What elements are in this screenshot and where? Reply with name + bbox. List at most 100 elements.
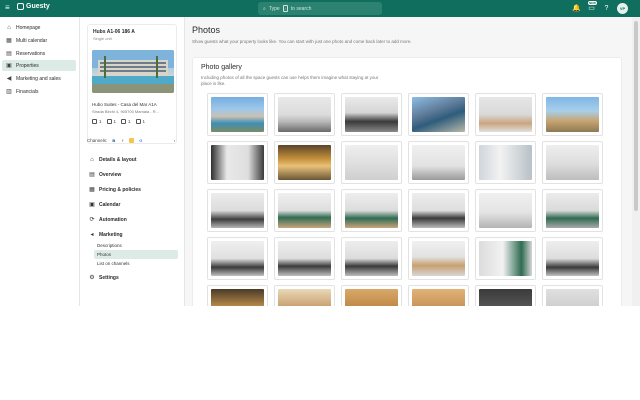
chevron-right-icon[interactable]: › xyxy=(172,138,177,143)
photo-thumbnail[interactable] xyxy=(207,93,268,136)
photo-image xyxy=(479,97,532,132)
expedia-channel-icon xyxy=(129,137,135,143)
photo-thumbnail[interactable] xyxy=(475,189,536,232)
section-label: Calendar xyxy=(99,201,121,208)
gear-icon: ⚙ xyxy=(89,274,95,281)
section-label: Settings xyxy=(99,274,119,281)
stat-bedrooms: 1 xyxy=(92,119,102,124)
stat-value: 1 xyxy=(128,119,131,124)
search-input[interactable]: ⌕ Type / to search xyxy=(258,2,382,15)
photo-gallery: Photo gallery Including photos of all th… xyxy=(192,57,622,306)
nav-item-financials[interactable]: ▥ Financials xyxy=(2,86,76,97)
photo-image xyxy=(546,97,599,132)
photo-thumbnail[interactable] xyxy=(542,285,603,306)
photo-thumbnail[interactable] xyxy=(207,141,268,184)
photo-thumbnail[interactable] xyxy=(408,93,469,136)
photo-thumbnail[interactable] xyxy=(207,237,268,280)
photo-thumbnail[interactable] xyxy=(475,237,536,280)
stat-guests: 1 xyxy=(121,119,131,124)
section-label: Automation xyxy=(99,216,127,223)
photo-image xyxy=(278,193,331,228)
sub-item-descriptions[interactable]: Descriptions xyxy=(94,241,178,250)
section-overview[interactable]: ▤ Overview xyxy=(87,169,179,180)
section-label: Pricing & policies xyxy=(99,186,141,193)
section-details-layout[interactable]: ⌂ Details & layout xyxy=(87,154,179,165)
help-icon[interactable]: ? xyxy=(602,4,611,13)
photo-thumbnail[interactable] xyxy=(274,237,335,280)
photo-thumbnail[interactable] xyxy=(207,285,268,306)
photo-thumbnail[interactable] xyxy=(341,141,402,184)
sub-item-photos[interactable]: Photos xyxy=(94,250,178,259)
nav-item-multi-calendar[interactable]: ▦ Multi calendar xyxy=(2,35,76,46)
photo-thumbnail[interactable] xyxy=(542,189,603,232)
booking-channel-icon: B xyxy=(112,137,116,143)
main-scrollbar[interactable] xyxy=(632,17,640,306)
stat-rooms: 1 xyxy=(135,119,145,124)
photo-image xyxy=(546,241,599,276)
google-channel-icon: G xyxy=(139,137,143,143)
photo-thumbnail[interactable] xyxy=(274,189,335,232)
home-icon: ⌂ xyxy=(90,156,94,163)
photo-image xyxy=(211,241,264,276)
reservations-icon: ▤ xyxy=(6,50,12,57)
brand-logo[interactable]: Guesty xyxy=(17,3,50,10)
photo-thumbnail[interactable] xyxy=(274,141,335,184)
photo-thumbnail[interactable] xyxy=(475,285,536,306)
photo-image xyxy=(345,193,398,228)
search-prefix: Type xyxy=(268,5,280,12)
nav-item-marketing-and-sales[interactable]: ◀ Marketing and sales xyxy=(2,73,76,84)
nav-item-properties[interactable]: ▣ Properties xyxy=(2,60,76,71)
stat-value: 1 xyxy=(99,119,102,124)
photo-thumbnail[interactable] xyxy=(341,93,402,136)
avatar[interactable]: VP xyxy=(617,3,628,14)
photo-thumbnail[interactable] xyxy=(542,93,603,136)
calendar-icon: ▦ xyxy=(6,37,12,44)
listing-cover-photo[interactable] xyxy=(92,50,174,93)
sub-item-list-on-channels[interactable]: List on channels xyxy=(94,259,178,268)
photo-thumbnail[interactable] xyxy=(475,141,536,184)
photo-image xyxy=(211,145,264,180)
section-settings[interactable]: ⚙ Settings xyxy=(87,272,179,283)
page-title: Photos xyxy=(192,25,221,35)
properties-icon: ▣ xyxy=(6,62,12,69)
search-shortcut-key: / xyxy=(282,5,288,12)
photo-thumbnail[interactable] xyxy=(207,189,268,232)
section-label: Details & layout xyxy=(99,156,137,163)
section-calendar[interactable]: ▣ Calendar xyxy=(87,199,179,210)
section-label: Overview xyxy=(99,171,122,178)
photo-thumbnail[interactable] xyxy=(408,285,469,306)
section-marketing[interactable]: ◂ Marketing xyxy=(87,229,179,240)
photo-thumbnail[interactable] xyxy=(542,237,603,280)
photo-image xyxy=(479,289,532,306)
photo-image xyxy=(278,289,331,306)
photo-thumbnail[interactable] xyxy=(542,141,603,184)
nav-item-homepage[interactable]: ⌂ Homepage xyxy=(2,22,76,33)
photo-thumbnail[interactable] xyxy=(408,237,469,280)
bed-icon xyxy=(92,119,97,124)
photo-thumbnail[interactable] xyxy=(341,285,402,306)
main-nav: ⌂ Homepage ▦ Multi calendar ▤ Reservatio… xyxy=(0,17,80,306)
photo-image xyxy=(412,145,465,180)
sub-item-label: List on channels xyxy=(97,261,130,266)
photo-image xyxy=(278,241,331,276)
nav-item-label: Multi calendar xyxy=(16,37,48,44)
photo-thumbnail[interactable] xyxy=(274,93,335,136)
section-automation[interactable]: ⟳ Automation xyxy=(87,214,179,225)
photo-thumbnail[interactable] xyxy=(341,189,402,232)
photo-thumbnail[interactable] xyxy=(408,141,469,184)
photo-thumbnail[interactable] xyxy=(475,93,536,136)
channels-row: Channels: B ⁞ G › xyxy=(87,136,177,144)
scrollbar-thumb[interactable] xyxy=(634,21,638,211)
gallery-title: Photo gallery xyxy=(201,64,242,71)
photo-thumbnail[interactable] xyxy=(274,285,335,306)
channel-manager-icon: ⁞ xyxy=(122,137,124,143)
photo-thumbnail[interactable] xyxy=(341,237,402,280)
inbox-icon[interactable]: ▭ xyxy=(587,4,596,13)
photo-thumbnail[interactable] xyxy=(408,189,469,232)
bell-icon[interactable]: 🔔 xyxy=(572,4,581,13)
hamburger-menu-icon[interactable]: ≡ xyxy=(5,4,13,12)
nav-item-reservations[interactable]: ▤ Reservations xyxy=(2,48,76,59)
hotel-photo-image xyxy=(92,50,174,93)
listing-title: Hubs A1-06 186 A xyxy=(93,29,135,35)
section-pricing-policies[interactable]: ▦ Pricing & policies xyxy=(87,184,179,195)
